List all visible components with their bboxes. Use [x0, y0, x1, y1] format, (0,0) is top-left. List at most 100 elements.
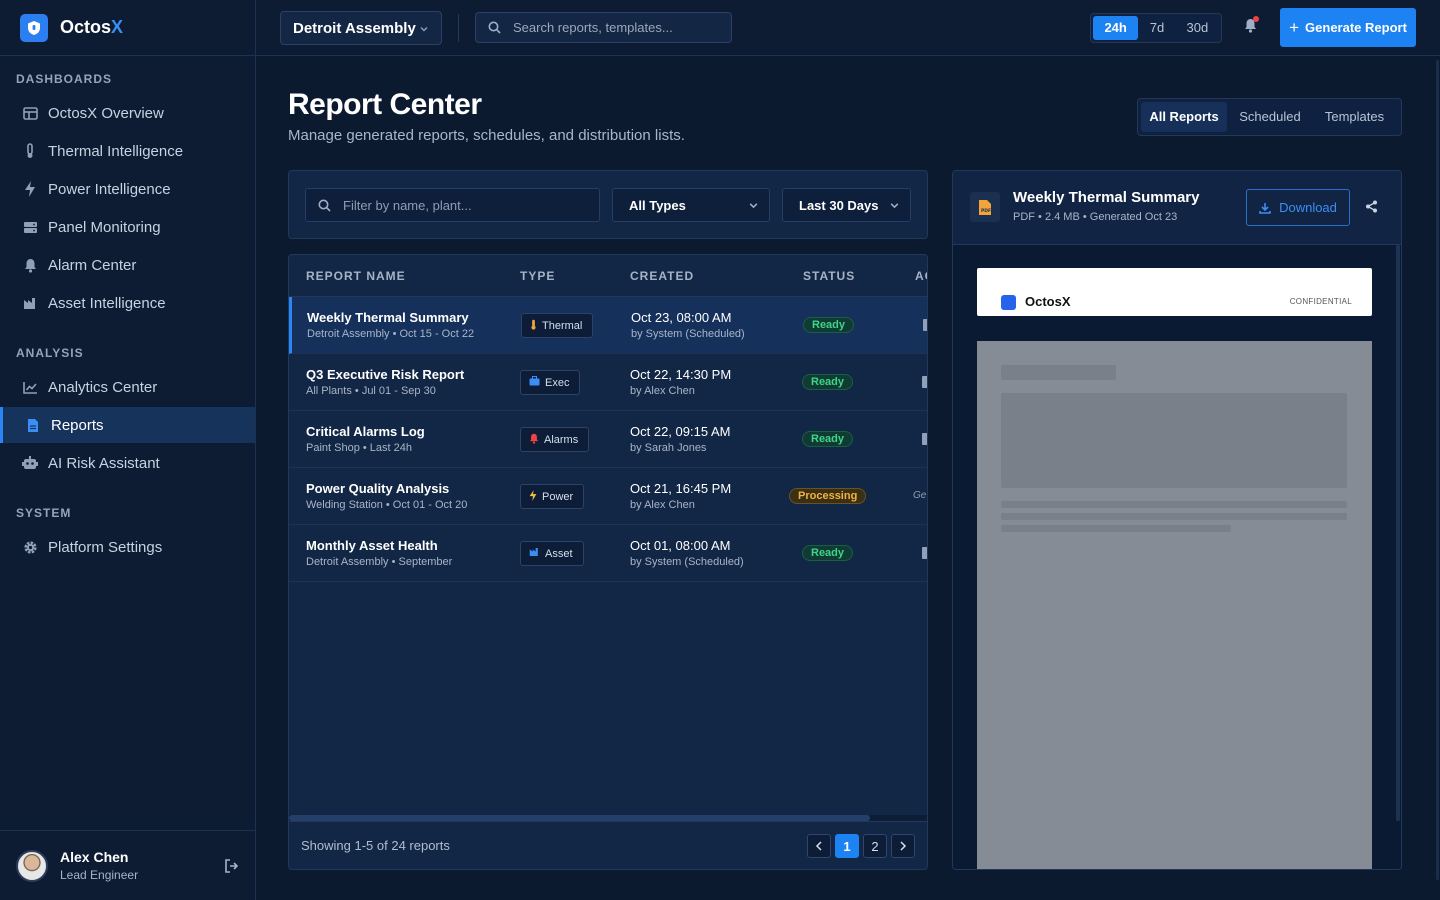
created-date: Oct 21, 16:45 PM: [630, 481, 732, 496]
sidebar-item-label: AI Risk Assistant: [48, 454, 160, 472]
table-row[interactable]: Critical Alarms Log Paint Shop • Last 24…: [289, 411, 927, 468]
report-name: Q3 Executive Risk Report: [306, 367, 465, 382]
plant-selector[interactable]: Detroit Assembly: [280, 11, 442, 45]
showing-count: Showing 1-5 of 24 reports: [301, 838, 450, 853]
sidebar-item-label: Asset Intelligence: [48, 294, 166, 312]
pdf-file-icon: PDF: [970, 192, 1000, 222]
document-logo-icon: [1001, 295, 1016, 310]
sidebar-item-label: Power Intelligence: [48, 180, 171, 198]
factory-icon: [529, 547, 540, 560]
report-meta: Detroit Assembly • September: [306, 556, 453, 568]
row-action-icon[interactable]: [923, 319, 927, 331]
created-date: Oct 22, 14:30 PM: [630, 367, 732, 382]
logout-icon[interactable]: [224, 859, 239, 878]
sidebar-item-label: Platform Settings: [48, 538, 163, 556]
file-icon: [25, 417, 41, 433]
sidebar-item-overview[interactable]: OctosX Overview: [0, 95, 255, 131]
bolt-icon: [529, 489, 537, 504]
table-row[interactable]: Monthly Asset Health Detroit Assembly • …: [289, 525, 927, 582]
app-logo[interactable]: OctosX: [0, 0, 255, 56]
prev-page-button[interactable]: [807, 834, 831, 858]
sidebar-item-label: Panel Monitoring: [48, 218, 161, 236]
skeleton-line: [1001, 501, 1347, 508]
created-by: by Sarah Jones: [630, 442, 707, 454]
sidebar-item-asset-intelligence[interactable]: Asset Intelligence: [0, 285, 255, 321]
range-30d[interactable]: 30d: [1176, 16, 1219, 40]
filter-bar: Filter by name, plant... All Types Last …: [288, 170, 928, 239]
column-header-status[interactable]: STATUS: [803, 269, 855, 283]
type-label: Asset: [545, 547, 573, 560]
range-7d[interactable]: 7d: [1138, 16, 1175, 40]
table-row[interactable]: Power Quality Analysis Welding Station •…: [289, 468, 927, 525]
skeleton-line: [1001, 525, 1231, 532]
type-badge: Power: [520, 484, 585, 509]
skeleton-line: [1001, 513, 1347, 520]
sidebar-item-thermal[interactable]: Thermal Intelligence: [0, 133, 255, 169]
preview-header: PDF Weekly Thermal Summary PDF • 2.4 MB …: [953, 171, 1401, 245]
page-2-button[interactable]: 2: [863, 834, 887, 858]
table-row[interactable]: Q3 Executive Risk Report All Plants • Ju…: [289, 354, 927, 411]
row-action-icon[interactable]: [922, 547, 927, 559]
created-by: by Alex Chen: [630, 385, 695, 397]
tab-scheduled[interactable]: Scheduled: [1227, 102, 1313, 132]
report-meta: All Plants • Jul 01 - Sep 30: [306, 385, 436, 397]
date-range-filter-select[interactable]: Last 30 Days: [782, 188, 911, 222]
generate-report-label: Generate Report: [1305, 20, 1407, 35]
type-filter-select[interactable]: All Types: [612, 188, 770, 222]
app-name: OctosX: [60, 17, 124, 37]
range-24h[interactable]: 24h: [1093, 16, 1139, 40]
report-name: Weekly Thermal Summary: [307, 310, 469, 325]
created-date: Oct 23, 08:00 AM: [631, 310, 732, 325]
document-header: OctosX CONFIDENTIAL: [977, 268, 1372, 316]
download-label: Download: [1279, 200, 1337, 215]
sidebar-item-panel-monitoring[interactable]: Panel Monitoring: [0, 209, 255, 245]
share-icon[interactable]: [1365, 200, 1378, 218]
global-search-input[interactable]: Search reports, templates...: [475, 12, 732, 43]
preview-scrollbar[interactable]: [1396, 245, 1400, 821]
chevron-down-icon: [748, 199, 759, 214]
type-badge: Exec: [520, 370, 581, 395]
section-analysis: ANALYSIS: [16, 346, 84, 360]
search-icon: [318, 199, 331, 212]
row-action-icon[interactable]: [922, 376, 927, 388]
next-page-button[interactable]: [891, 834, 915, 858]
sidebar-item-reports[interactable]: Reports: [0, 407, 255, 443]
tab-templates[interactable]: Templates: [1313, 102, 1396, 132]
table-row[interactable]: Weekly Thermal Summary Detroit Assembly …: [289, 297, 927, 354]
sidebar-item-label: Thermal Intelligence: [48, 142, 184, 160]
sidebar-item-label: OctosX Overview: [48, 104, 164, 122]
svg-text:PDF: PDF: [981, 208, 991, 214]
avatar[interactable]: [16, 849, 48, 882]
column-header-type[interactable]: TYPE: [520, 269, 555, 283]
user-name: Alex Chen: [60, 849, 129, 865]
sidebar-item-label: Analytics Center: [48, 378, 158, 396]
chevron-down-icon: [419, 21, 429, 38]
column-header-report-name[interactable]: REPORT NAME: [306, 269, 406, 283]
thermometer-icon: [22, 143, 38, 159]
page-scrollbar[interactable]: [1436, 60, 1439, 880]
report-preview-panel: PDF Weekly Thermal Summary PDF • 2.4 MB …: [952, 170, 1402, 870]
plant-selector-value: Detroit Assembly: [293, 19, 416, 37]
sidebar-item-platform-settings[interactable]: Platform Settings: [0, 529, 255, 565]
document-page-placeholder: [977, 341, 1372, 869]
status-badge: Ready: [803, 317, 855, 333]
user-profile: Alex Chen Lead Engineer: [0, 830, 255, 900]
page-1-button[interactable]: 1: [835, 834, 859, 858]
status-badge: Processing: [789, 488, 867, 504]
sidebar-item-ai-risk-assistant[interactable]: AI Risk Assistant: [0, 445, 255, 481]
column-header-actions[interactable]: AC: [915, 269, 927, 283]
sidebar-item-power[interactable]: Power Intelligence: [0, 171, 255, 207]
gear-icon: [22, 539, 38, 555]
tab-all-reports[interactable]: All Reports: [1141, 102, 1227, 132]
preview-document-area[interactable]: OctosX CONFIDENTIAL: [953, 245, 1401, 869]
notifications-bell-icon[interactable]: [1244, 16, 1259, 38]
column-header-created[interactable]: CREATED: [630, 269, 694, 283]
preview-title: Weekly Thermal Summary: [1013, 189, 1200, 206]
generate-report-button[interactable]: + Generate Report: [1280, 8, 1416, 47]
chevron-down-icon: [889, 199, 900, 214]
sidebar-item-alarm-center[interactable]: Alarm Center: [0, 247, 255, 283]
download-button[interactable]: Download: [1246, 189, 1350, 226]
sidebar-item-analytics-center[interactable]: Analytics Center: [0, 369, 255, 405]
filter-search-input[interactable]: Filter by name, plant...: [305, 188, 600, 222]
row-action-icon[interactable]: [922, 433, 927, 445]
